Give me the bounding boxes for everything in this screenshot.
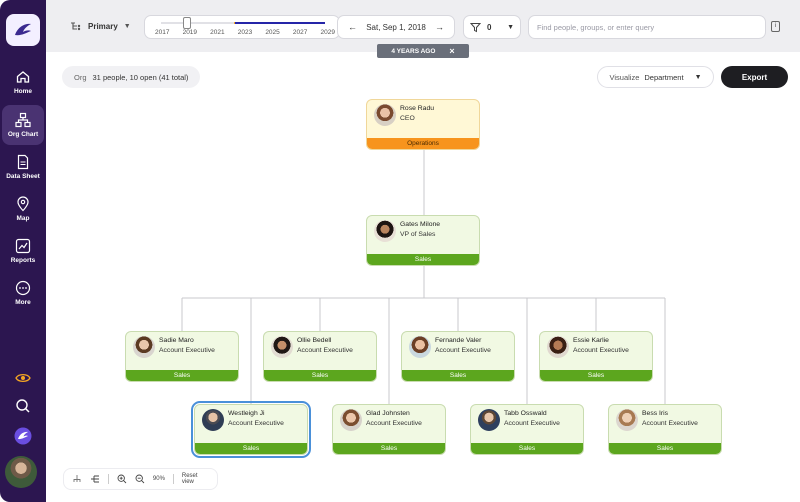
person-card-ceo[interactable]: Rose Radu CEO Operations — [366, 99, 480, 150]
person-photo — [340, 409, 362, 431]
person-card[interactable]: Fernande Valer Account Executive Sales — [401, 331, 515, 382]
person-photo — [547, 336, 569, 358]
person-photo — [133, 336, 155, 358]
person-name: Fernande Valer — [435, 337, 482, 344]
person-photo — [374, 104, 396, 126]
person-title: Account Executive — [366, 420, 422, 427]
person-title: Account Executive — [573, 347, 629, 354]
person-name: Ollie Bedell — [297, 337, 332, 344]
department-badge: Sales — [126, 370, 238, 381]
person-name: Gates Milone — [400, 221, 441, 228]
person-photo — [616, 409, 638, 431]
department-badge: Sales — [609, 443, 721, 454]
person-title: Account Executive — [504, 420, 560, 427]
person-photo — [478, 409, 500, 431]
toolbar-divider — [172, 474, 174, 484]
person-photo — [409, 336, 431, 358]
person-name: Essie Karlie — [573, 337, 609, 344]
department-badge: Operations — [367, 138, 479, 149]
person-name: Westleigh Ji — [228, 410, 265, 417]
person-card[interactable]: Essie Karlie Account Executive Sales — [539, 331, 653, 382]
zoom-level: 90% — [152, 476, 165, 482]
zoom-out-icon[interactable] — [135, 474, 145, 484]
view-toolbar: 90% Reset view — [63, 468, 218, 490]
person-card[interactable]: Sadie Maro Account Executive Sales — [125, 331, 239, 382]
person-name: Rose Radu — [400, 105, 435, 112]
person-card[interactable]: Glad Johnsten Account Executive Sales — [332, 404, 446, 455]
department-badge: Sales — [471, 443, 583, 454]
person-photo — [271, 336, 293, 358]
person-title: Account Executive — [228, 420, 284, 427]
reset-view-button[interactable]: Reset view — [182, 473, 209, 485]
department-badge: Sales — [195, 443, 307, 454]
person-card[interactable]: Gates Milone VP of Sales Sales — [366, 215, 480, 266]
person-photo — [202, 409, 224, 431]
department-badge: Sales — [333, 443, 445, 454]
person-card[interactable]: Ollie Bedell Account Executive Sales — [263, 331, 377, 382]
person-name: Tabb Osswald — [504, 410, 547, 417]
person-photo — [374, 220, 396, 242]
department-badge: Sales — [367, 254, 479, 265]
department-badge: Sales — [264, 370, 376, 381]
toolbar-divider — [108, 474, 109, 484]
person-title: Account Executive — [297, 347, 353, 354]
person-card[interactable]: Bess Iris Account Executive Sales — [608, 404, 722, 455]
person-title: VP of Sales — [400, 231, 436, 238]
person-title: Account Executive — [642, 420, 698, 427]
collapse-layout-icon[interactable] — [90, 474, 100, 484]
zoom-in-icon[interactable] — [117, 474, 127, 484]
person-name: Bess Iris — [642, 410, 669, 417]
person-card-selected[interactable]: Westleigh Ji Account Executive Sales — [191, 401, 311, 458]
tree-layout-icon[interactable] — [72, 474, 82, 484]
person-card[interactable]: Tabb Osswald Account Executive Sales — [470, 404, 584, 455]
person-name: Sadie Maro — [159, 337, 194, 344]
person-title: Account Executive — [159, 347, 215, 354]
person-title: CEO — [400, 115, 415, 122]
person-title: Account Executive — [435, 347, 491, 354]
department-badge: Sales — [402, 370, 514, 381]
person-name: Glad Johnsten — [366, 410, 410, 417]
department-badge: Sales — [540, 370, 652, 381]
